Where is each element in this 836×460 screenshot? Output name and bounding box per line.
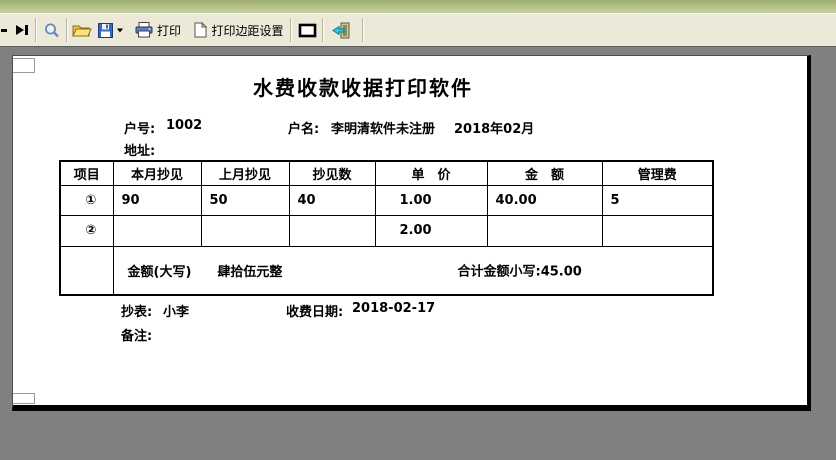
- amount-words-label: 金额(大写): [127, 264, 192, 280]
- zoom-button[interactable]: [39, 16, 64, 44]
- caret-down-icon: [117, 28, 123, 32]
- cell-usage: [288, 214, 376, 247]
- header-item: 项目: [59, 160, 114, 186]
- header-unit-price: 单 价: [374, 160, 488, 186]
- account-label: 户号:: [124, 122, 156, 137]
- reader-value: 小李: [163, 305, 190, 320]
- date-value: 2018-02-17: [352, 301, 436, 316]
- print-margin-settings-label: 打印边距设置: [211, 23, 284, 38]
- last-page-button[interactable]: [10, 16, 34, 44]
- summary-empty-cell: [59, 245, 114, 296]
- prev-page-icon: [1, 28, 7, 32]
- fee-table: 项目 本月抄见 上月抄见 抄见数 单 价 金 额 管理费 ① 90 50 40 …: [59, 160, 714, 296]
- cell-item: ①: [59, 184, 114, 216]
- reader-label: 抄表:: [121, 305, 153, 320]
- cell-amount: [486, 214, 603, 247]
- summary-cell: 金额(大写) 肆拾伍元整 合计金额小写:45.00: [112, 245, 714, 296]
- cell-item: ②: [59, 214, 114, 247]
- page-title: 水费收款收据打印软件: [253, 76, 473, 100]
- cell-unit-price: 2.00: [374, 214, 488, 247]
- total-value: 45.00: [540, 264, 582, 280]
- summary-row: 金额(大写) 肆拾伍元整 合计金额小写:45.00: [59, 245, 714, 296]
- table-row: ① 90 50 40 1.00 40.00 5: [59, 184, 714, 216]
- toolbar-separator: [290, 18, 292, 42]
- receipt-page: 水费收款收据打印软件 户号: 1002 户名: 李明清软件未注册 2018年02…: [12, 55, 811, 411]
- page-border-button[interactable]: [294, 16, 320, 44]
- period-value: 2018年02月: [454, 122, 535, 137]
- cell-usage: 40: [288, 184, 376, 216]
- cell-previous-reading: 50: [200, 184, 290, 216]
- folder-open-icon: [72, 25, 92, 36]
- print-button-label: 打印: [156, 23, 181, 38]
- cell-management-fee: 5: [601, 184, 714, 216]
- cell-previous-reading: [200, 214, 290, 247]
- save-button[interactable]: [94, 16, 128, 44]
- cell-amount: 40.00: [486, 184, 603, 216]
- margin-marker-bottom-left: [13, 393, 35, 404]
- window-top-band: [0, 0, 836, 13]
- floppy-disk-icon: [98, 22, 113, 38]
- header-usage: 抄见数: [288, 160, 376, 186]
- print-preview-window: 打印 打印边距设置 水费收款收据打印软件 户号: 1002 户名: 李明清软件未…: [0, 0, 836, 460]
- cell-unit-price: 1.00: [374, 184, 488, 216]
- printer-icon: [135, 22, 153, 38]
- exit-button[interactable]: [328, 16, 356, 44]
- square-outline-icon: [298, 23, 316, 37]
- header-amount: 金 额: [486, 160, 603, 186]
- cell-current-reading: [112, 214, 202, 247]
- print-margin-settings-button[interactable]: 打印边距设置: [192, 16, 286, 44]
- account-value: 1002: [166, 118, 203, 133]
- magnifier-icon: [44, 23, 59, 37]
- toolbar-separator: [322, 18, 324, 42]
- header-previous-reading: 上月抄见: [200, 160, 290, 186]
- last-page-icon: [16, 25, 28, 35]
- total-label: 合计金额小写:: [457, 264, 541, 280]
- amount-words-value: 肆拾伍元整: [217, 264, 283, 280]
- address-label: 地址:: [124, 144, 156, 159]
- cell-current-reading: 90: [112, 184, 202, 216]
- table-header-row: 项目 本月抄见 上月抄见 抄见数 单 价 金 额 管理费: [59, 160, 714, 186]
- preview-area[interactable]: 水费收款收据打印软件 户号: 1002 户名: 李明清软件未注册 2018年02…: [0, 48, 836, 460]
- margin-marker-top-left: [13, 58, 35, 73]
- name-label: 户名:: [288, 122, 320, 137]
- toolbar: 打印 打印边距设置: [0, 13, 836, 47]
- document-page-icon: [194, 22, 208, 38]
- remark-label: 备注:: [121, 329, 153, 344]
- header-current-reading: 本月抄见: [112, 160, 202, 186]
- toolbar-separator: [362, 18, 364, 42]
- name-value: 李明清软件未注册: [331, 122, 436, 137]
- prev-page-button[interactable]: [0, 16, 8, 44]
- toolbar-separator: [35, 18, 37, 42]
- cell-management-fee: [601, 214, 714, 247]
- print-button[interactable]: 打印: [130, 16, 186, 44]
- header-management-fee: 管理费: [601, 160, 714, 186]
- date-label: 收费日期:: [286, 305, 344, 320]
- table-row: ② 2.00: [59, 214, 714, 247]
- exit-door-icon: [332, 22, 350, 38]
- open-button[interactable]: [70, 16, 94, 44]
- toolbar-separator: [66, 18, 68, 42]
